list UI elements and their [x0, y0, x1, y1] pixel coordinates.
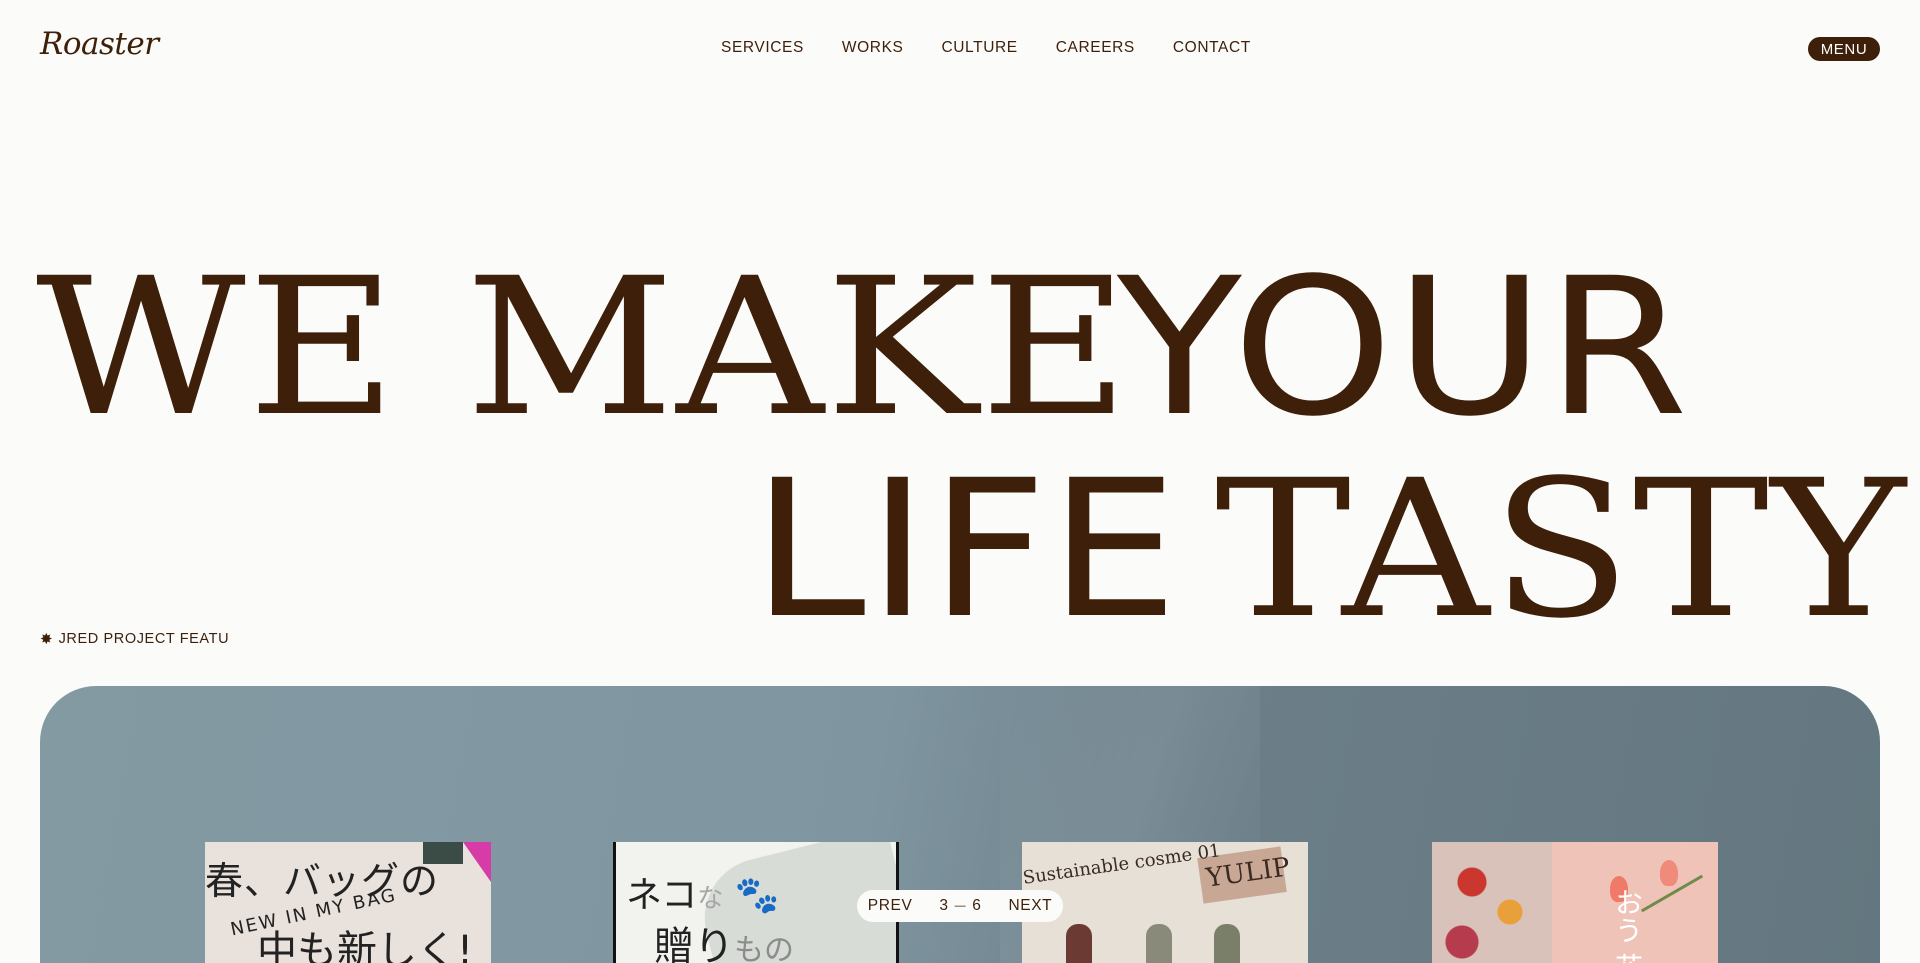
card-1-title: 春、バッグの: [205, 859, 440, 903]
card-2-title-2a: 贈り: [654, 924, 734, 963]
nav-works[interactable]: WORKS: [842, 39, 904, 57]
card-2-title-a: ネコ: [626, 875, 698, 916]
next-button[interactable]: NEXT: [1008, 897, 1052, 915]
flowers-image: [1432, 842, 1552, 963]
current-page: 3: [939, 897, 949, 914]
work-card-1[interactable]: 春、バッグの NEW IN MY BAG 中も新しく!: [205, 842, 491, 963]
decor-triangle: [463, 842, 491, 882]
nav-services[interactable]: SERVICES: [721, 39, 804, 57]
hero-line-2b: TASTY: [1215, 440, 1908, 661]
nav-careers[interactable]: CAREERS: [1056, 39, 1135, 57]
nav-contact[interactable]: CONTACT: [1173, 39, 1251, 57]
sparkle-icon: ✸: [40, 631, 53, 648]
card-2-title-2: 贈りもの: [654, 914, 794, 963]
paw-icon: 🐾: [734, 875, 780, 916]
work-card-3[interactable]: Sustainable cosme 01 YULIP: [1022, 842, 1308, 963]
page-separator: —: [954, 900, 967, 912]
card-3-label: Sustainable cosme 01: [1022, 842, 1222, 889]
main-nav: SERVICES WORKS CULTURE CAREERS CONTACT: [721, 39, 1289, 57]
hero-line-1b: YOUR: [1117, 238, 1691, 459]
ticker-text: JRED PROJECT FEATU: [58, 631, 228, 647]
menu-button[interactable]: MENU: [1808, 37, 1880, 61]
site-header: Roaster SERVICES WORKS CULTURE CAREERS C…: [0, 0, 1920, 96]
tulip-image: [1660, 860, 1678, 886]
card-2-title-2b: もの: [734, 933, 794, 963]
nav-culture[interactable]: CULTURE: [941, 39, 1017, 57]
hero-line-2a: LIFE: [752, 440, 1181, 661]
card-4-title: おう 花: [1611, 888, 1644, 963]
lipstick-image: [1214, 924, 1240, 963]
work-card-2[interactable]: ネコな 🐾 贈りもの: [613, 842, 899, 963]
prev-button[interactable]: PREV: [868, 897, 913, 915]
lipstick-image: [1066, 924, 1092, 963]
work-card-4[interactable]: おう 花: [1432, 842, 1718, 963]
featured-ticker: ✸ JRED PROJECT FEATU: [40, 630, 228, 648]
works-pager: PREV 3 — 6 NEXT: [857, 890, 1063, 922]
lipstick-image: [1146, 924, 1172, 963]
total-pages: 6: [972, 897, 982, 914]
hero-line-1a: WE MAKE: [36, 238, 1131, 459]
card-2-title: ネコな 🐾: [626, 866, 780, 918]
card-1-title-2: 中も新しく!: [257, 928, 474, 963]
card-2-title-b: な: [697, 884, 724, 914]
logo[interactable]: Roaster: [40, 26, 159, 62]
